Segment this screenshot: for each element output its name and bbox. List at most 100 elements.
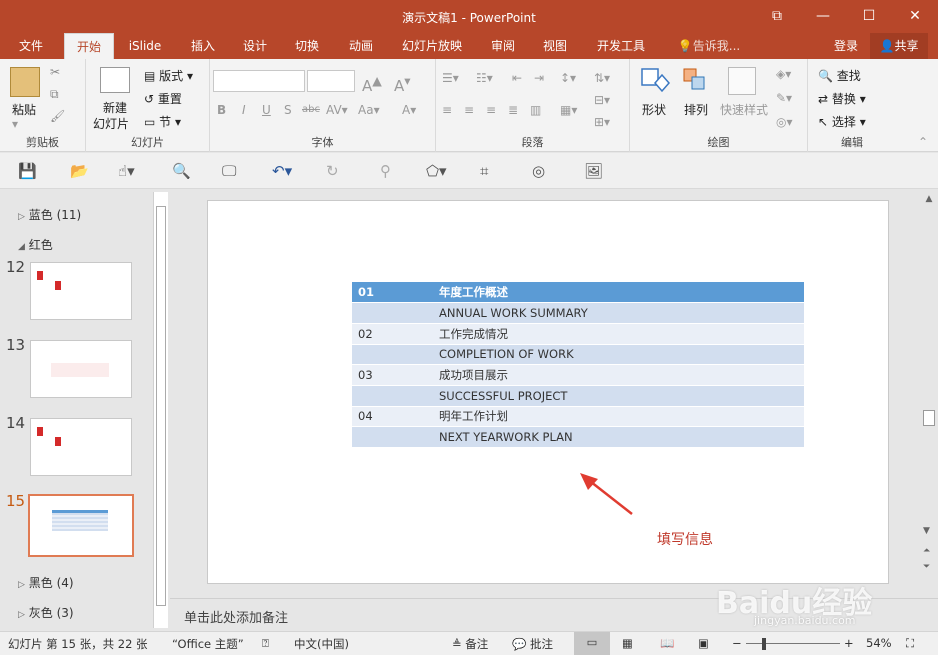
share-button[interactable]: 👤共享 xyxy=(870,33,928,59)
previous-slide-icon[interactable]: ⏶ xyxy=(923,546,930,556)
underline-icon[interactable]: U xyxy=(262,103,271,117)
table-cell[interactable]: 年度工作概述 xyxy=(433,282,804,304)
character-spacing-icon[interactable]: AV▾ xyxy=(326,103,348,117)
maximize-button[interactable]: ☐ xyxy=(846,0,892,33)
table-cell[interactable] xyxy=(352,344,433,366)
paste-button[interactable]: 粘贴 xyxy=(12,101,36,118)
tab-file[interactable]: 文件 xyxy=(8,33,54,59)
table-cell[interactable]: NEXT YEARWORK PLAN xyxy=(433,426,804,448)
language-indicator[interactable]: 中文(中国) xyxy=(294,636,349,652)
arrange-button[interactable]: 排列 xyxy=(684,101,708,118)
bold-icon[interactable]: B xyxy=(217,103,226,117)
agenda-table[interactable]: 01 年度工作概述 ANNUAL WORK SUMMARY 02 工作完成情况 C… xyxy=(352,282,804,448)
zoom-level[interactable]: 54% xyxy=(866,636,892,650)
tab-home[interactable]: 开始 xyxy=(64,33,114,59)
table-cell[interactable]: 成功项目展示 xyxy=(433,364,804,386)
slide-thumbnail-12[interactable] xyxy=(30,262,132,320)
change-case-icon[interactable]: Aa▾ xyxy=(358,103,380,117)
tab-islide[interactable]: iSlide xyxy=(122,33,168,59)
table-row[interactable]: 03 成功项目展示 xyxy=(352,364,804,386)
new-slide-button[interactable]: 新建 xyxy=(103,99,127,116)
reading-view-icon[interactable]: 📖 xyxy=(660,636,674,650)
collapse-ribbon-icon[interactable]: ⌃ xyxy=(918,135,928,149)
replace-button[interactable]: ⇄ 替换 ▾ xyxy=(818,90,866,107)
section-button[interactable]: ▭ 节 ▾ xyxy=(144,113,181,130)
open-folder-icon[interactable]: 📂 xyxy=(70,162,89,180)
login-link[interactable]: 登录 xyxy=(826,33,866,59)
shape-qat-icon[interactable]: ⬠▾ xyxy=(426,162,447,180)
slideshow-view-icon[interactable]: ▣ xyxy=(698,636,709,650)
zoom-out-button[interactable]: − xyxy=(732,636,742,650)
section-red[interactable]: ◢ 红色 xyxy=(18,236,53,253)
crop-icon[interactable]: ⌗ xyxy=(480,162,488,180)
slide-thumbnail-15-selected[interactable] xyxy=(28,494,134,557)
quick-styles-button[interactable]: 快速样式 xyxy=(720,101,768,118)
touch-mode-icon[interactable]: ☝▾ xyxy=(118,162,135,180)
line-spacing-icon[interactable]: ↕▾ xyxy=(560,71,576,85)
table-cell[interactable]: 工作完成情况 xyxy=(433,323,804,345)
tell-me-box[interactable]: 💡告诉我... xyxy=(672,33,746,59)
bullets-icon[interactable]: ☰▾ xyxy=(442,71,459,85)
align-text-icon[interactable]: ⊟▾ xyxy=(594,93,610,107)
zoom-slider[interactable] xyxy=(746,643,840,644)
table-cell[interactable]: COMPLETION OF WORK xyxy=(433,344,804,366)
merge-shapes-icon[interactable]: ◎ xyxy=(532,162,545,180)
shapes-button[interactable]: 形状 xyxy=(642,101,666,118)
cut-icon[interactable]: ✂ xyxy=(50,65,60,79)
table-header-row[interactable]: 01 年度工作概述 xyxy=(352,282,804,304)
shadow-icon[interactable]: S xyxy=(284,103,292,117)
shrink-font-icon[interactable]: A▾ xyxy=(394,73,411,95)
table-row[interactable]: COMPLETION OF WORK xyxy=(352,344,804,366)
scroll-up-icon[interactable]: ▲ xyxy=(923,194,935,206)
next-slide-icon[interactable]: ⏷ xyxy=(923,562,930,572)
distributed-icon[interactable]: ▥ xyxy=(530,103,541,117)
tab-developer[interactable]: 开发工具 xyxy=(590,33,652,59)
slide-thumbnail-14[interactable] xyxy=(30,418,132,476)
select-button[interactable]: ↖ 选择 ▾ xyxy=(818,113,866,130)
undo-icon[interactable]: ↶▾ xyxy=(272,162,292,180)
section-blue[interactable]: ▷ 蓝色 (11) xyxy=(18,206,81,223)
table-cell[interactable] xyxy=(352,385,433,407)
section-gray[interactable]: ▷ 灰色 (3) xyxy=(18,604,74,621)
presenter-icon[interactable]: 🖵 xyxy=(222,162,236,180)
new-slide-label2[interactable]: 幻灯片 xyxy=(93,115,129,132)
scroll-thumb[interactable] xyxy=(923,410,935,426)
zoom-in-button[interactable]: + xyxy=(844,636,854,650)
reset-button[interactable]: ↺ 重置 xyxy=(144,90,182,107)
accessibility-icon[interactable]: ⍰ xyxy=(262,636,269,651)
table-cell[interactable]: SUCCESSFUL PROJECT xyxy=(433,385,804,407)
italic-icon[interactable]: I xyxy=(242,103,246,117)
comments-toggle-button[interactable]: 💬 批注 xyxy=(512,636,553,652)
table-row[interactable]: 02 工作完成情况 xyxy=(352,323,804,345)
fit-to-window-icon[interactable]: ⛶ xyxy=(906,636,914,651)
tab-view[interactable]: 视图 xyxy=(532,33,578,59)
save-icon[interactable]: 💾 xyxy=(18,162,37,180)
tab-insert[interactable]: 插入 xyxy=(180,33,226,59)
table-cell[interactable] xyxy=(352,426,433,448)
text-direction-icon[interactable]: ⇅▾ xyxy=(594,71,610,85)
tab-review[interactable]: 审阅 xyxy=(480,33,526,59)
table-row[interactable]: ANNUAL WORK SUMMARY xyxy=(352,302,804,324)
table-row[interactable]: SUCCESSFUL PROJECT xyxy=(352,385,804,407)
columns-icon[interactable]: ▦▾ xyxy=(560,103,577,117)
grow-font-icon[interactable]: A▲ xyxy=(362,73,382,95)
table-cell[interactable]: ANNUAL WORK SUMMARY xyxy=(433,302,804,324)
shape-fill-icon[interactable]: ◈▾ xyxy=(776,67,791,81)
font-size-input[interactable] xyxy=(307,70,355,92)
table-cell[interactable]: 03 xyxy=(352,364,433,386)
table-row[interactable]: 04 明年工作计划 xyxy=(352,406,804,428)
close-button[interactable]: ✕ xyxy=(892,0,938,33)
zoom-slider-thumb[interactable] xyxy=(762,638,766,650)
table-cell[interactable]: 明年工作计划 xyxy=(433,406,804,428)
align-right-icon[interactable]: ≡ xyxy=(486,103,496,117)
smartart-icon[interactable]: ⊞▾ xyxy=(594,115,610,129)
tab-animations[interactable]: 动画 xyxy=(338,33,384,59)
font-name-input[interactable] xyxy=(213,70,305,92)
table-cell[interactable] xyxy=(352,302,433,324)
strikethrough-icon[interactable]: abc xyxy=(302,104,320,115)
justify-icon[interactable]: ≣ xyxy=(508,103,518,117)
layout-button[interactable]: ▤ 版式 ▾ xyxy=(144,67,193,84)
thumbnail-scrollbar[interactable] xyxy=(153,192,168,628)
ribbon-display-options-icon[interactable]: ⧉ xyxy=(754,0,800,33)
numbering-icon[interactable]: ☷▾ xyxy=(476,71,493,85)
